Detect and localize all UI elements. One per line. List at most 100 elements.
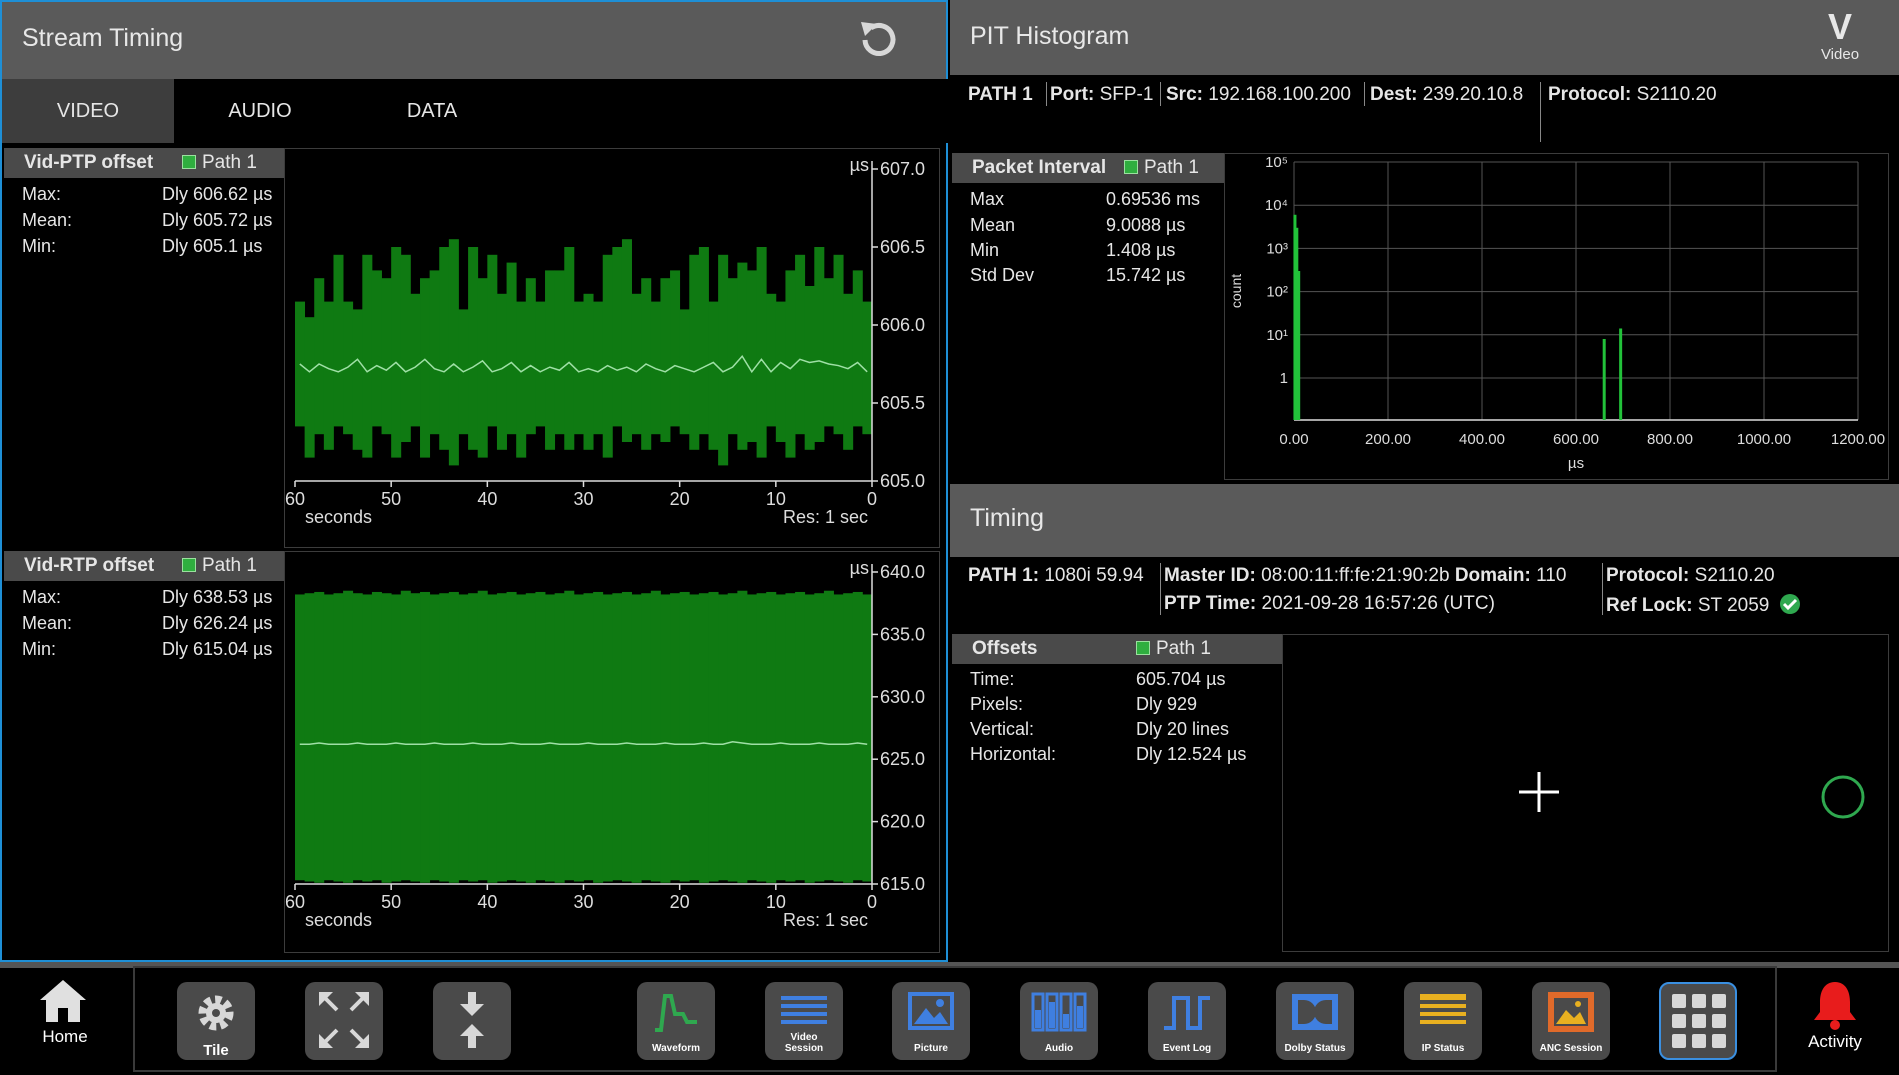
range-bar <box>295 594 306 881</box>
tile-button[interactable]: Tile <box>177 982 255 1060</box>
range-bar <box>775 594 786 881</box>
range-bar <box>708 301 719 450</box>
x-tick-label: 30 <box>573 892 593 912</box>
range-bar <box>468 593 479 882</box>
range-bar <box>602 594 613 882</box>
range-bar <box>477 590 488 881</box>
range-bar <box>766 591 777 883</box>
anc-session-button[interactable]: ANC Session <box>1532 982 1610 1060</box>
pit-header: PIT Histogram V Video <box>950 0 1899 75</box>
ptp-stats: Max: Dly 606.62 µs Mean: Dly 605.72 µs M… <box>22 181 284 261</box>
waveform-button[interactable]: Waveform <box>637 982 715 1060</box>
range-bar <box>352 593 363 881</box>
range-bar <box>410 593 421 882</box>
video-session-button[interactable]: Video Session <box>765 982 843 1060</box>
divider <box>1602 563 1603 615</box>
range-bar <box>698 593 709 883</box>
home-button[interactable]: Home <box>0 972 130 1072</box>
range-bar <box>621 239 632 442</box>
range-bar <box>314 278 325 435</box>
gear-icon <box>198 995 234 1031</box>
rtp-min-value: Dly 615.04 µs <box>162 639 273 659</box>
pit-protocol-value: S2110.20 <box>1636 84 1717 105</box>
rtp-path-label: Path 1 <box>202 555 257 576</box>
rtp-offset-chart: µs 640.0 635.0 630.0 625.0 620.0 615.0 60 50 40 30… <box>285 558 925 930</box>
timing-path-value: 1080i 59.94 <box>1044 565 1144 586</box>
timing-crosshair <box>1519 772 1865 819</box>
stream-timing-title: Stream Timing <box>22 24 184 52</box>
pit-histogram-chart: 0.00 200.00 400.00 600.00 800.00 1000.00 1200.… <box>1228 154 1885 472</box>
rtp-max-value: Dly 638.53 µs <box>162 587 273 607</box>
resolution-label: Res: 1 sec <box>783 507 868 527</box>
y-tick-label: 10⁴ <box>1265 197 1288 214</box>
x-tick-label: 60 <box>285 489 305 509</box>
range-bar <box>487 594 498 883</box>
range-bar <box>554 270 565 435</box>
tab-data[interactable]: DATA <box>346 79 518 143</box>
ptp-max-value: Dly 606.62 µs <box>162 184 273 204</box>
pit-histogram-chart-box: 0.00 200.00 400.00 600.00 800.00 1000.00 1200.… <box>1224 153 1889 480</box>
range-bar <box>525 278 536 435</box>
rtp-min-label: Min: <box>22 639 57 659</box>
range-bar <box>804 594 815 883</box>
dolby-status-button[interactable]: Dolby Status <box>1276 982 1354 1060</box>
packet-interval-title: Packet Interval <box>972 157 1107 178</box>
tab-audio[interactable]: AUDIO <box>174 79 346 143</box>
apps-grid-button[interactable] <box>1659 982 1737 1060</box>
range-bar <box>631 594 642 883</box>
ptp-path-tag: Path 1 <box>182 152 257 174</box>
offsets-path-tag: Path 1 <box>1136 638 1211 660</box>
range-bar <box>400 590 411 881</box>
ip-status-button[interactable]: IP Status <box>1404 982 1482 1060</box>
tab-video[interactable]: VIDEO <box>2 79 174 143</box>
rtp-path-tag: Path 1 <box>182 555 257 577</box>
anc-session-label: ANC Session <box>1539 1043 1603 1054</box>
range-bar <box>420 278 431 458</box>
x-tick-label: 40 <box>477 489 497 509</box>
offset-pixels-value: Dly 929 <box>1136 694 1198 714</box>
range-bar <box>391 594 402 882</box>
range-bar <box>506 262 517 435</box>
range-bar <box>621 591 632 882</box>
x-tick-label: 800.00 <box>1647 431 1693 448</box>
ptp-min-value: Dly 605.1 µs <box>162 236 263 256</box>
event-log-button[interactable]: Event Log <box>1148 982 1226 1060</box>
range-bar <box>314 591 325 883</box>
range-bar <box>756 247 767 458</box>
fullscreen-button[interactable] <box>305 982 383 1060</box>
range-bar <box>650 590 661 882</box>
range-bar <box>698 247 709 435</box>
ptp-min-label: Min: <box>22 236 57 256</box>
activity-button[interactable]: Activity <box>1770 972 1899 1072</box>
video-mode-button[interactable]: V Video <box>1810 8 1870 68</box>
rtp-mean-value: Dly 626.24 µs <box>162 613 273 633</box>
range-bar <box>660 594 671 883</box>
x-axis-label: seconds <box>305 507 372 527</box>
timing-master-info: Master ID: 08:00:11:ff:fe:21:90:2b Domai… <box>1164 565 1566 587</box>
split-view-button[interactable] <box>433 982 511 1060</box>
dock-launcher: Tile Waveform Video Session Picture Audi… <box>133 966 1777 1072</box>
x-tick-label: 0.00 <box>1279 431 1308 448</box>
audio-button[interactable]: Audio <box>1020 982 1098 1060</box>
range-bar <box>410 293 421 427</box>
picture-label: Picture <box>914 1043 948 1054</box>
range-bar <box>564 247 575 450</box>
range-bar <box>689 594 700 881</box>
reset-icon[interactable] <box>857 18 901 62</box>
range-bar <box>612 593 623 881</box>
pit-src-value: 192.168.100.200 <box>1208 84 1351 105</box>
pit-protocol-info: Protocol: S2110.20 <box>1548 84 1717 106</box>
packet-interval-header: Packet Interval Path 1 <box>952 153 1224 183</box>
locked-check-icon <box>1779 594 1800 614</box>
video-mode-letter: V <box>1827 6 1852 47</box>
rtp-offset-chart-box: µs 640.0 635.0 630.0 625.0 620.0 615.0 60 50 40 30… <box>284 551 940 953</box>
picture-button[interactable]: Picture <box>892 982 970 1060</box>
ip-status-icon <box>1420 994 1466 1024</box>
range-bar <box>718 254 729 466</box>
x-tick-label: 600.00 <box>1553 431 1599 448</box>
y-tick-label: 10⁵ <box>1265 154 1288 171</box>
range-bar <box>785 270 796 458</box>
range-bar <box>823 590 834 881</box>
range-bar <box>333 593 344 882</box>
domain-label: Domain: <box>1454 565 1531 586</box>
